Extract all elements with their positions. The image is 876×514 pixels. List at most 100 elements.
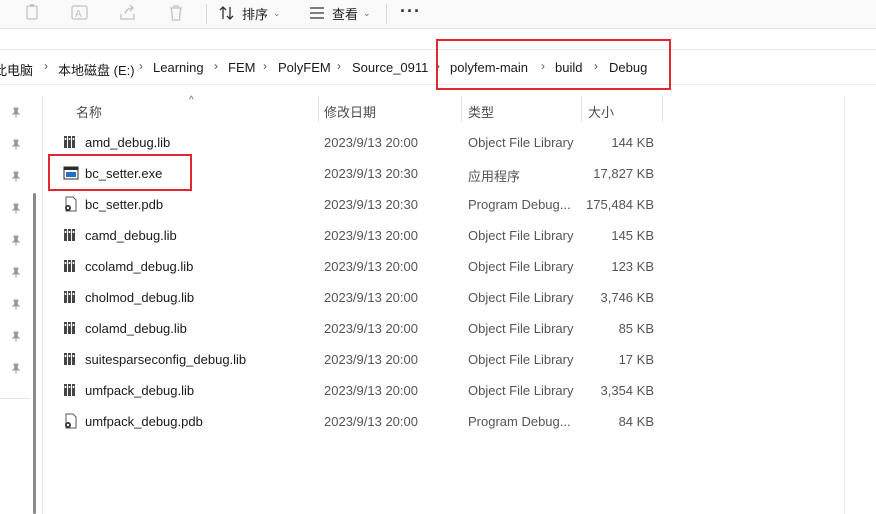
nav-scrollbar[interactable] bbox=[33, 193, 36, 514]
column-header-type[interactable]: 类型 bbox=[468, 102, 494, 121]
file-type: Object File Library bbox=[468, 352, 574, 367]
more-icon[interactable]: ··· bbox=[400, 1, 421, 22]
column-header-row: ^ 名称 修改日期 类型 大小 bbox=[43, 95, 876, 122]
column-divider[interactable] bbox=[461, 96, 462, 122]
breadcrumb-separator[interactable]: › bbox=[214, 59, 218, 73]
file-size: 123 KB bbox=[611, 259, 654, 274]
address-bar[interactable]: 此电脑 › 本地磁盘 (E:) › Learning › FEM › PolyF… bbox=[0, 49, 876, 85]
pin-icon[interactable] bbox=[10, 107, 22, 119]
column-divider[interactable] bbox=[581, 96, 582, 122]
lib-icon bbox=[64, 136, 75, 148]
file-name: umfpack_debug.pdb bbox=[85, 414, 203, 429]
file-type: Object File Library bbox=[468, 321, 574, 336]
file-row[interactable]: umfpack_debug.lib 2023/9/13 20:00 Object… bbox=[43, 375, 663, 406]
file-name: amd_debug.lib bbox=[85, 135, 171, 150]
file-size: 85 KB bbox=[618, 321, 654, 336]
file-date: 2023/9/13 20:00 bbox=[324, 290, 418, 305]
pin-icon[interactable] bbox=[10, 331, 22, 343]
file-name: ccolamd_debug.lib bbox=[85, 259, 194, 274]
file-row[interactable]: bc_setter.exe 2023/9/13 20:30 应用程序 17,82… bbox=[43, 158, 663, 189]
navigation-pane bbox=[0, 96, 30, 399]
breadcrumb-separator[interactable]: › bbox=[541, 59, 545, 73]
file-row[interactable]: amd_debug.lib 2023/9/13 20:00 Object Fil… bbox=[43, 127, 663, 158]
file-row[interactable]: umfpack_debug.pdb 2023/9/13 20:00 Progra… bbox=[43, 406, 663, 437]
delete-icon[interactable] bbox=[166, 3, 188, 23]
file-size: 175,484 KB bbox=[586, 197, 654, 212]
file-type: Object File Library bbox=[468, 290, 574, 305]
breadcrumb-item[interactable]: 本地磁盘 (E:) bbox=[58, 60, 135, 79]
file-type: Program Debug... bbox=[468, 197, 571, 212]
column-header-name[interactable]: 名称 bbox=[76, 102, 102, 121]
pin-icon[interactable] bbox=[10, 171, 22, 183]
file-row[interactable]: colamd_debug.lib 2023/9/13 20:00 Object … bbox=[43, 313, 663, 344]
file-name: cholmod_debug.lib bbox=[85, 290, 195, 305]
column-header-size[interactable]: 大小 bbox=[588, 102, 614, 121]
list-right-edge bbox=[844, 96, 845, 514]
file-size: 84 KB bbox=[618, 414, 654, 429]
file-date: 2023/9/13 20:00 bbox=[324, 414, 418, 429]
breadcrumb-separator[interactable]: › bbox=[44, 59, 48, 73]
pin-icon[interactable] bbox=[10, 203, 22, 215]
pin-icon[interactable] bbox=[10, 139, 22, 151]
breadcrumb-item[interactable]: build bbox=[555, 60, 582, 75]
file-size: 17 KB bbox=[618, 352, 654, 367]
breadcrumb-item[interactable]: Source_0911 bbox=[352, 60, 428, 75]
file-size: 3,354 KB bbox=[600, 383, 655, 398]
file-type: Object File Library bbox=[468, 259, 574, 274]
lib-icon bbox=[64, 322, 75, 334]
breadcrumb-item[interactable]: PolyFEM bbox=[278, 60, 331, 75]
breadcrumb-separator[interactable]: › bbox=[594, 59, 598, 73]
lib-icon bbox=[64, 353, 75, 365]
breadcrumb-item[interactable]: polyfem-main bbox=[450, 60, 528, 75]
file-type: Object File Library bbox=[468, 228, 574, 243]
column-divider[interactable] bbox=[662, 96, 663, 122]
view-icon bbox=[310, 7, 324, 19]
sort-ascending-icon: ^ bbox=[189, 95, 194, 106]
file-type: Object File Library bbox=[468, 135, 574, 150]
lib-icon bbox=[64, 229, 75, 241]
view-label: 查看 bbox=[332, 6, 359, 22]
file-type: Object File Library bbox=[468, 383, 574, 398]
file-row[interactable]: cholmod_debug.lib 2023/9/13 20:00 Object… bbox=[43, 282, 663, 313]
sort-icon bbox=[219, 6, 234, 20]
pdb-icon bbox=[65, 413, 77, 429]
pin-icon[interactable] bbox=[10, 267, 22, 279]
file-date: 2023/9/13 20:00 bbox=[324, 135, 418, 150]
toolbar-divider bbox=[206, 4, 207, 24]
file-date: 2023/9/13 20:00 bbox=[324, 383, 418, 398]
file-row[interactable]: camd_debug.lib 2023/9/13 20:00 Object Fi… bbox=[43, 220, 663, 251]
toolbar-divider bbox=[386, 4, 387, 24]
breadcrumb-item[interactable]: Learning bbox=[153, 60, 204, 75]
breadcrumb-item[interactable]: FEM bbox=[228, 60, 255, 75]
column-header-date[interactable]: 修改日期 bbox=[324, 102, 376, 121]
file-date: 2023/9/13 20:00 bbox=[324, 352, 418, 367]
breadcrumb-item[interactable]: 此电脑 bbox=[0, 60, 33, 79]
file-row[interactable]: suitesparseconfig_debug.lib 2023/9/13 20… bbox=[43, 344, 663, 375]
svg-text:A: A bbox=[75, 9, 82, 20]
share-icon[interactable] bbox=[118, 3, 140, 23]
sort-button[interactable]: 排序 ⌄ bbox=[218, 3, 281, 23]
column-divider[interactable] bbox=[318, 96, 319, 122]
file-name: umfpack_debug.lib bbox=[85, 383, 195, 398]
file-date: 2023/9/13 20:00 bbox=[324, 259, 418, 274]
chevron-down-icon: ⌄ bbox=[273, 7, 281, 18]
file-date: 2023/9/13 20:00 bbox=[324, 321, 418, 336]
view-button[interactable]: 查看 ⌄ bbox=[308, 3, 371, 23]
pin-icon[interactable] bbox=[10, 235, 22, 247]
breadcrumb-item-current[interactable]: Debug bbox=[609, 60, 647, 75]
file-date: 2023/9/13 20:30 bbox=[324, 197, 418, 212]
pin-icon[interactable] bbox=[10, 363, 22, 375]
file-size: 17,827 KB bbox=[593, 166, 654, 181]
breadcrumb-separator[interactable]: › bbox=[263, 59, 267, 73]
breadcrumb-separator[interactable]: › bbox=[139, 59, 143, 73]
file-row[interactable]: ccolamd_debug.lib 2023/9/13 20:00 Object… bbox=[43, 251, 663, 282]
rename-icon[interactable]: A bbox=[70, 3, 92, 23]
breadcrumb-separator[interactable]: › bbox=[337, 59, 341, 73]
file-row[interactable]: bc_setter.pdb 2023/9/13 20:30 Program De… bbox=[43, 189, 663, 220]
file-name: bc_setter.exe bbox=[85, 166, 163, 181]
file-size: 3,746 KB bbox=[600, 290, 655, 305]
exe-icon bbox=[63, 166, 79, 180]
pin-icon[interactable] bbox=[10, 299, 22, 311]
breadcrumb-separator[interactable]: › bbox=[436, 59, 440, 73]
copy-icon[interactable] bbox=[22, 3, 44, 23]
